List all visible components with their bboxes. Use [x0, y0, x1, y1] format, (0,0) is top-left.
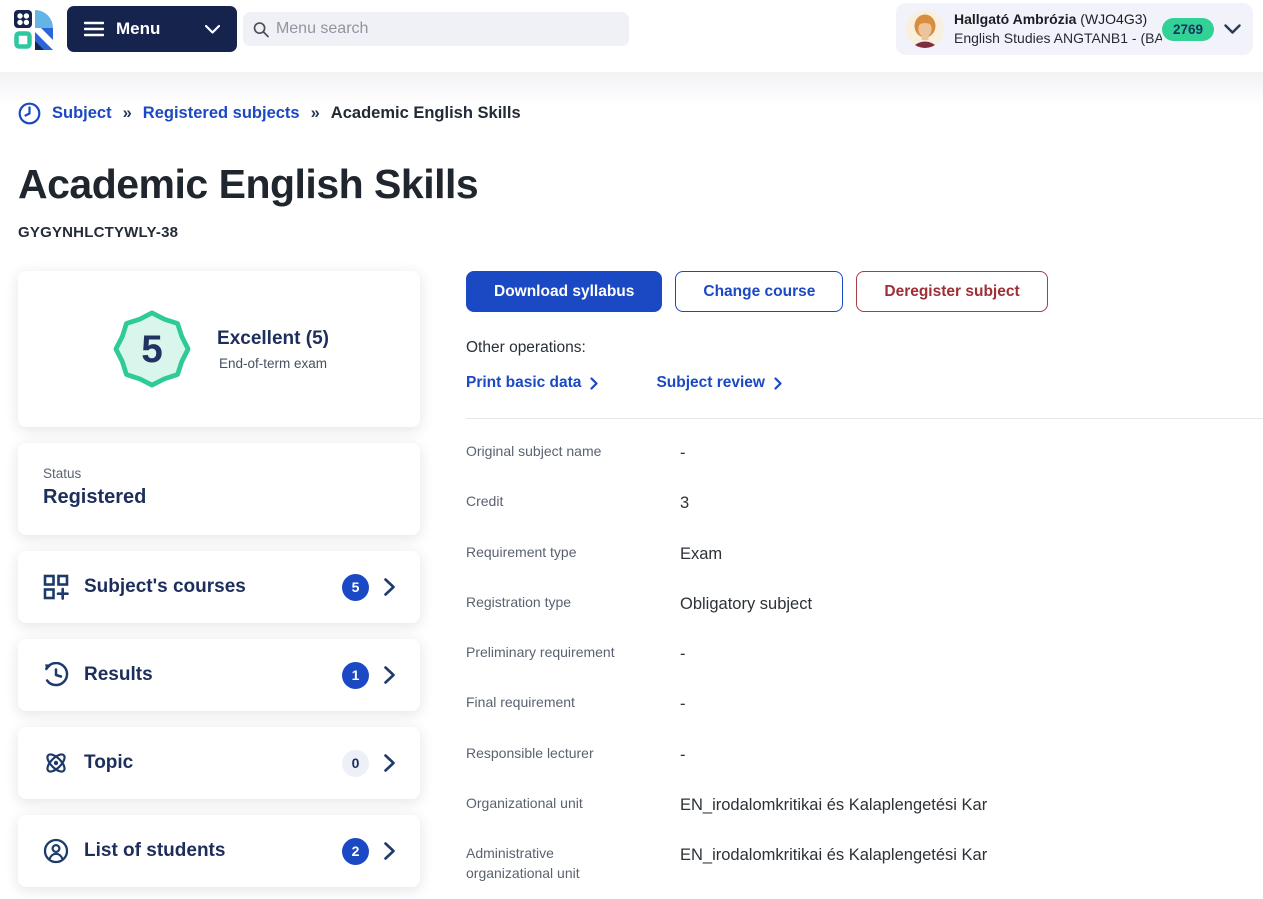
grade-seal-icon: 5	[109, 306, 195, 392]
user-info: Hallgató Ambrózia (WJO4G3) English Studi…	[954, 10, 1162, 48]
chevron-down-icon	[205, 25, 220, 34]
detail-value: -	[680, 643, 686, 665]
detail-label: Registration type	[466, 593, 636, 613]
breadcrumb-subject-link[interactable]: Subject	[52, 104, 112, 123]
other-operations-label: Other operations:	[466, 339, 1263, 357]
grade-sublabel: End-of-term exam	[217, 356, 329, 371]
detail-row: Final requirement -	[466, 679, 1263, 729]
change-course-button[interactable]: Change course	[675, 271, 843, 312]
print-basic-data-link[interactable]: Print basic data	[466, 374, 598, 392]
sidebar-item-label: Topic	[84, 752, 133, 774]
menu-button[interactable]: Menu	[67, 6, 237, 52]
count-badge: 1	[342, 662, 369, 689]
count-badge: 2	[342, 838, 369, 865]
operation-links: Print basic data Subject review	[466, 374, 1263, 392]
menu-search-input[interactable]	[276, 20, 619, 38]
status-label: Status	[43, 466, 395, 481]
count-badge: 5	[342, 574, 369, 601]
chevron-right-icon	[384, 754, 395, 772]
chevron-down-icon[interactable]	[1224, 24, 1241, 34]
section-divider	[466, 418, 1263, 419]
print-basic-data-label: Print basic data	[466, 374, 581, 392]
action-buttons: Download syllabus Change course Deregist…	[466, 271, 1263, 312]
courses-grid-plus-icon	[43, 574, 69, 600]
user-program: English Studies ANGTANB1 - (BA/BS...	[954, 29, 1162, 48]
count-badge: 0	[342, 750, 369, 777]
detail-row: Registration type Obligatory subject	[466, 579, 1263, 629]
sidebar-item-label: List of students	[84, 840, 225, 862]
detail-value: -	[680, 693, 686, 715]
detail-value: EN_irodalomkritikai és Kalaplengetési Ka…	[680, 794, 987, 816]
subject-review-label: Subject review	[656, 374, 765, 392]
status-value: Registered	[43, 486, 395, 509]
sidebar-item-subjects-courses[interactable]: Subject's courses 5	[18, 551, 420, 623]
detail-value: -	[680, 744, 686, 766]
sidebar-item-topic[interactable]: Topic 0	[18, 727, 420, 799]
breadcrumb-current-page: Academic English Skills	[331, 104, 521, 123]
detail-value: Exam	[680, 543, 722, 565]
clock-icon	[18, 102, 41, 125]
detail-value: 3	[680, 492, 689, 514]
detail-value: Obligatory subject	[680, 593, 812, 615]
chevron-right-icon	[590, 377, 598, 390]
detail-row: Credit 3	[466, 478, 1263, 528]
breadcrumb: Subject » Registered subjects » Academic…	[18, 102, 1263, 125]
grade-value: 5	[141, 328, 163, 371]
detail-value: -	[680, 442, 686, 464]
detail-value: EN_irodalomkritikai és Kalaplengetési Ka…	[680, 844, 987, 866]
subject-details-panel: Download syllabus Change course Deregist…	[420, 271, 1263, 899]
user-name: Hallgató Ambrózia	[954, 11, 1076, 27]
detail-row: Requirement type Exam	[466, 529, 1263, 579]
detail-row: Preliminary requirement -	[466, 629, 1263, 679]
breadcrumb-registered-subjects-link[interactable]: Registered subjects	[143, 104, 300, 123]
detail-label: Responsible lecturer	[466, 744, 636, 764]
detail-label: Final requirement	[466, 693, 636, 713]
breadcrumb-separator: »	[123, 104, 132, 123]
grade-card: 5 Excellent (5) End-of-term exam	[18, 271, 420, 427]
sidebar-item-label: Subject's courses	[84, 576, 246, 598]
detail-row: Original subject name -	[466, 428, 1263, 478]
menu-button-label: Menu	[116, 19, 195, 39]
breadcrumb-separator: »	[311, 104, 320, 123]
detail-row: Responsible lecturer -	[466, 730, 1263, 780]
search-icon	[253, 21, 269, 38]
user-avatar	[906, 10, 944, 48]
detail-label: Organizational unit	[466, 794, 636, 814]
top-header: Menu Hallgató Ambrózia (WJO4G3)	[0, 0, 1263, 72]
chevron-right-icon	[384, 666, 395, 684]
notification-count-badge: 2769	[1162, 18, 1214, 41]
detail-label: Administrative organizational unit	[466, 844, 636, 883]
history-clock-icon	[43, 662, 69, 688]
chevron-right-icon	[774, 377, 782, 390]
detail-label: Original subject name	[466, 442, 636, 462]
detail-label: Credit	[466, 492, 636, 512]
neptun-logo-icon	[14, 7, 54, 51]
subject-detail-rows: Original subject name - Credit 3 Require…	[466, 428, 1263, 899]
detail-row: Organizational unit EN_irodalomkritikai …	[466, 780, 1263, 830]
chevron-right-icon	[384, 578, 395, 596]
status-card: Status Registered	[18, 443, 420, 535]
deregister-subject-button[interactable]: Deregister subject	[856, 271, 1047, 312]
detail-label: Requirement type	[466, 543, 636, 563]
sidebar-item-label: Results	[84, 664, 153, 686]
download-syllabus-button[interactable]: Download syllabus	[466, 271, 662, 312]
atom-icon	[43, 750, 69, 776]
chevron-right-icon	[384, 842, 395, 860]
menu-search	[243, 12, 629, 46]
detail-row: Administrative organizational unit EN_ir…	[466, 830, 1263, 897]
hamburger-icon	[84, 21, 104, 37]
person-circle-icon	[43, 838, 69, 864]
grade-label: Excellent (5)	[217, 328, 329, 350]
user-code: (WJO4G3)	[1080, 11, 1147, 27]
subject-review-link[interactable]: Subject review	[656, 374, 782, 392]
detail-label: Preliminary requirement	[466, 643, 636, 663]
sidebar-item-results[interactable]: Results 1	[18, 639, 420, 711]
user-menu[interactable]: Hallgató Ambrózia (WJO4G3) English Studi…	[896, 3, 1253, 55]
subject-code: GYGYNHLCTYWLY-38	[18, 224, 1263, 241]
page-title: Academic English Skills	[18, 161, 1263, 208]
sidebar-item-list-of-students[interactable]: List of students 2	[18, 815, 420, 887]
sidebar: 5 Excellent (5) End-of-term exam Status …	[18, 271, 420, 899]
